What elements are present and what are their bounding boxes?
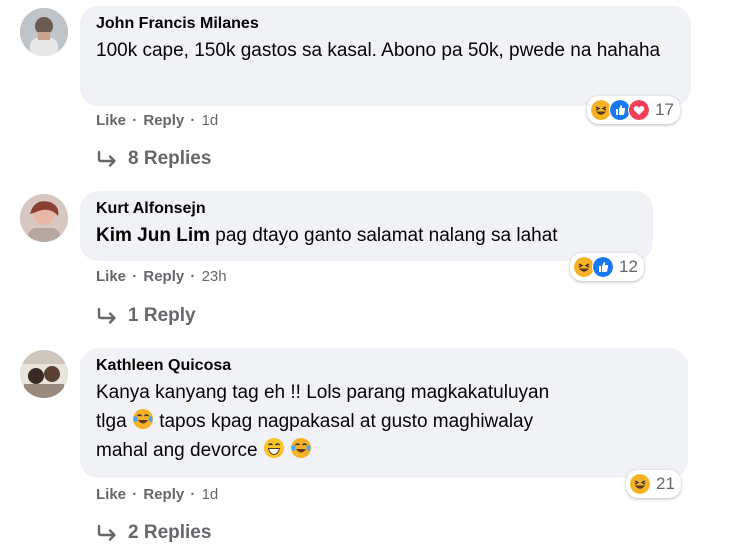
comment-text-fragment: tlga <box>96 411 132 432</box>
view-replies-button[interactable]: 8 Replies <box>96 148 211 170</box>
comment-bubble: John Francis Milanes 100k cape, 150k gas… <box>80 6 691 106</box>
reply-arrow-icon <box>97 150 116 167</box>
like-link[interactable]: Like <box>96 112 126 129</box>
reaction-count: 21 <box>656 474 675 493</box>
comment-actions: Like · Reply · 1d <box>96 112 219 129</box>
reaction-summary[interactable]: 21 <box>626 470 681 498</box>
comment-bubble: Kathleen Quicosa Kanya kanyang tag eh !!… <box>80 348 688 478</box>
love-icon <box>628 99 650 121</box>
replies-count-label: 2 Replies <box>128 522 212 543</box>
reaction-summary[interactable]: 17 <box>587 96 680 124</box>
view-replies-button[interactable]: 1 Reply <box>96 305 196 327</box>
comment-timestamp[interactable]: 23h <box>202 268 227 285</box>
comment-text-fragment: tapos kpag nagpakasal at gusto maghiwala… <box>153 411 534 432</box>
comment-author[interactable]: John Francis Milanes <box>96 14 675 34</box>
avatar[interactable] <box>20 8 68 56</box>
comment-text: 100k cape, 150k gastos sa kasal. Abono p… <box>96 40 661 61</box>
like-icon <box>592 256 614 278</box>
grinning-emoji-icon <box>263 438 284 458</box>
reply-link[interactable]: Reply <box>143 486 184 503</box>
tears-of-joy-emoji-icon <box>291 438 312 458</box>
mention-link[interactable]: Kim Jun Lim <box>96 225 210 246</box>
haha-icon <box>629 473 651 495</box>
comment-timestamp[interactable]: 1d <box>202 486 219 503</box>
comment-author[interactable]: Kathleen Quicosa <box>96 356 672 376</box>
reply-link[interactable]: Reply <box>143 268 184 285</box>
reaction-count: 12 <box>619 257 638 276</box>
comment-actions: Like · Reply · 23h <box>96 268 227 285</box>
comment-timestamp[interactable]: 1d <box>202 112 219 129</box>
reply-arrow-icon <box>97 524 116 541</box>
tears-of-joy-emoji-icon <box>132 409 153 429</box>
avatar[interactable] <box>20 350 68 398</box>
reaction-summary[interactable]: 12 <box>570 253 644 281</box>
comment-bubble: Kurt Alfonsejn Kim Jun Lim pag dtayo gan… <box>80 191 653 261</box>
comment-author[interactable]: Kurt Alfonsejn <box>96 199 637 219</box>
comment-text: Kim Jun Lim pag dtayo ganto salamat nala… <box>96 221 637 250</box>
comment-text-line: mahal ang devorce <box>96 436 672 465</box>
reaction-count: 17 <box>655 100 674 119</box>
reply-arrow-icon <box>97 307 116 324</box>
avatar[interactable] <box>20 194 68 242</box>
view-replies-button[interactable]: 2 Replies <box>96 522 211 544</box>
comment-text: Kanya kanyang tag eh !! Lols parang magk… <box>96 378 672 465</box>
like-link[interactable]: Like <box>96 268 126 285</box>
replies-count-label: 1 Reply <box>128 305 196 326</box>
like-link[interactable]: Like <box>96 486 126 503</box>
comment-text-body: pag dtayo ganto salamat nalang sa lahat <box>210 225 558 246</box>
replies-count-label: 8 Replies <box>128 148 212 169</box>
comment-actions: Like · Reply · 1d <box>96 486 219 503</box>
reply-link[interactable]: Reply <box>143 112 184 129</box>
comment-text-line: Kanya kanyang tag eh !! Lols parang magk… <box>96 382 550 403</box>
comment-text-fragment: mahal ang devorce <box>96 440 263 461</box>
comment-text-line: tlga tapos kpag nagpakasal at gusto magh… <box>96 407 672 436</box>
